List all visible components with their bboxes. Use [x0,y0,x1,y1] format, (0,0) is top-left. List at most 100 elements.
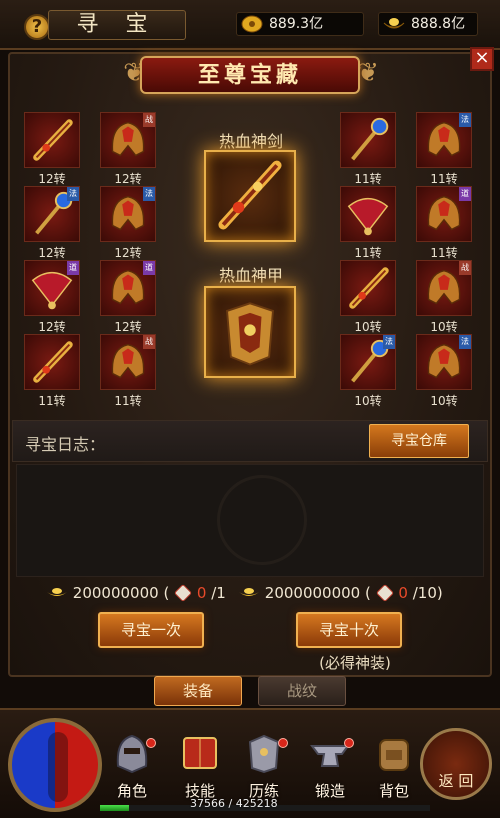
gold-currency: 889.3亿 [236,12,364,36]
right-item-label: 10转 [430,394,458,408]
left-item-label: 12转 [38,172,66,186]
right-item-label: 11转 [430,172,458,186]
draw-ten-scroll-count: 0 [398,584,408,602]
class-tag: 法 [459,335,471,349]
log-label: 寻宝日志： [25,435,106,454]
feature-title-armor: 热血神甲 [218,266,283,285]
right-item-label: 10转 [430,320,458,334]
top-bar: ? 寻 宝 889.3亿 888.8亿 [0,0,500,50]
treasure-banner: 至尊宝藏 [140,56,360,94]
nav-button-1[interactable]: 技能 [172,730,228,800]
right-item-label: 10转 [354,394,382,408]
left-item-label: 11转 [114,394,142,408]
nav-label: 锻造 [314,782,345,800]
left-item-slot[interactable]: 法 [100,186,156,242]
right-item-label: 11转 [430,246,458,260]
feature-sword-slot[interactable] [204,150,296,242]
exp-fill [100,805,130,811]
gold-ingot-icon [47,588,67,596]
backpack-icon [379,739,409,771]
sword-icon [349,267,389,309]
left-item-label: 12转 [38,320,66,334]
right-item-slot[interactable]: 法 [416,334,472,390]
draw-ten-scroll-total: /10) [412,584,443,602]
class-tag: 战 [143,335,155,349]
left-item-label: 12转 [114,246,142,260]
nav-button-0[interactable]: 角色 [104,730,160,800]
left-item-slot[interactable]: 道 [100,260,156,316]
right-item-slot[interactable]: 法 [416,112,472,168]
tab-equipment[interactable]: 装备 [154,676,242,706]
sword-icon [218,160,282,230]
nav-label: 背包 [378,782,409,800]
dragon-watermark-icon [217,475,307,565]
scroll-icon [376,584,393,602]
right-item-slot[interactable]: 战 [416,260,472,316]
left-item-slot[interactable] [24,334,80,390]
class-tag: 战 [143,113,155,127]
class-tag: 法 [459,113,471,127]
tab-battle-pattern[interactable]: 战纹 [258,676,346,706]
feature-title-sword: 热血神剑 [218,132,283,151]
right-item-label: 10转 [354,320,382,334]
treasure-warehouse-button[interactable]: 寻宝仓库 [369,424,469,458]
question-icon: ? [31,16,43,37]
armor-icon [226,302,274,366]
class-tag: 法 [143,187,155,201]
helmet-icon [116,734,148,774]
left-item-slot[interactable]: 战 [100,112,156,168]
help-button[interactable]: ? [24,14,50,40]
guarantee-note: (必得神装) [319,654,391,672]
draw-once-price: 200000000 [72,584,159,602]
paren: ( [365,584,371,602]
notification-dot [146,738,156,748]
feature-armor-slot[interactable] [204,286,296,378]
class-tag: 道 [143,261,155,275]
right-item-label: 11转 [354,172,382,186]
left-item-slot[interactable]: 战 [100,334,156,390]
staff-icon [351,117,389,161]
gold-ingot-icon [241,15,263,33]
paren: ( [163,584,170,602]
class-tag: 战 [459,261,471,275]
right-item-slot[interactable]: 道 [416,186,472,242]
draw-once-scroll-total: /1 [211,584,226,602]
return-button[interactable]: 返 回 [420,728,492,800]
anvil-icon [310,745,350,767]
armor-icon [248,734,280,774]
right-item-slot[interactable] [340,112,396,168]
nav-button-2[interactable]: 历练 [236,730,292,800]
class-tag: 法 [67,187,79,201]
sword-icon [33,119,73,161]
nav-button-4[interactable]: 背包 [366,730,422,800]
hp-mp-orb [8,718,102,812]
nav-label: 角色 [116,782,147,800]
notification-dot [278,738,288,748]
gold-ingot-icon [239,588,259,596]
draw-once-cost: 200000000 ( 0 /1 [46,584,226,604]
log-header: 寻宝日志： 寻宝仓库 [12,420,488,462]
page-title: 寻 宝 [48,10,186,40]
left-item-slot[interactable]: 法 [24,186,80,242]
right-item-slot[interactable] [340,260,396,316]
nav-button-3[interactable]: 锻造 [302,730,358,800]
right-item-slot[interactable] [340,186,396,242]
exp-text: 37566 / 425218 [190,797,278,810]
class-tag: 道 [459,187,471,201]
yuanbao-amount: 888.8亿 [411,16,466,32]
draw-once-button[interactable]: 寻宝一次 [98,612,204,648]
yuanbao-icon [383,18,405,29]
draw-ten-cost: 2000000000 ( 0 /10) [238,584,443,604]
left-item-slot[interactable] [24,112,80,168]
left-item-label: 11转 [38,394,66,408]
right-item-label: 11转 [354,246,382,260]
class-tag: 道 [67,261,79,275]
class-tag: 法 [383,335,395,349]
fan-icon [347,197,389,236]
yuanbao-currency: 888.8亿 [378,12,478,36]
draw-ten-button[interactable]: 寻宝十次 [296,612,402,648]
left-item-slot[interactable]: 道 [24,260,80,316]
right-item-slot[interactable]: 法 [340,334,396,390]
close-button[interactable]: × [470,47,494,71]
draw-ten-price: 2000000000 [264,584,361,602]
